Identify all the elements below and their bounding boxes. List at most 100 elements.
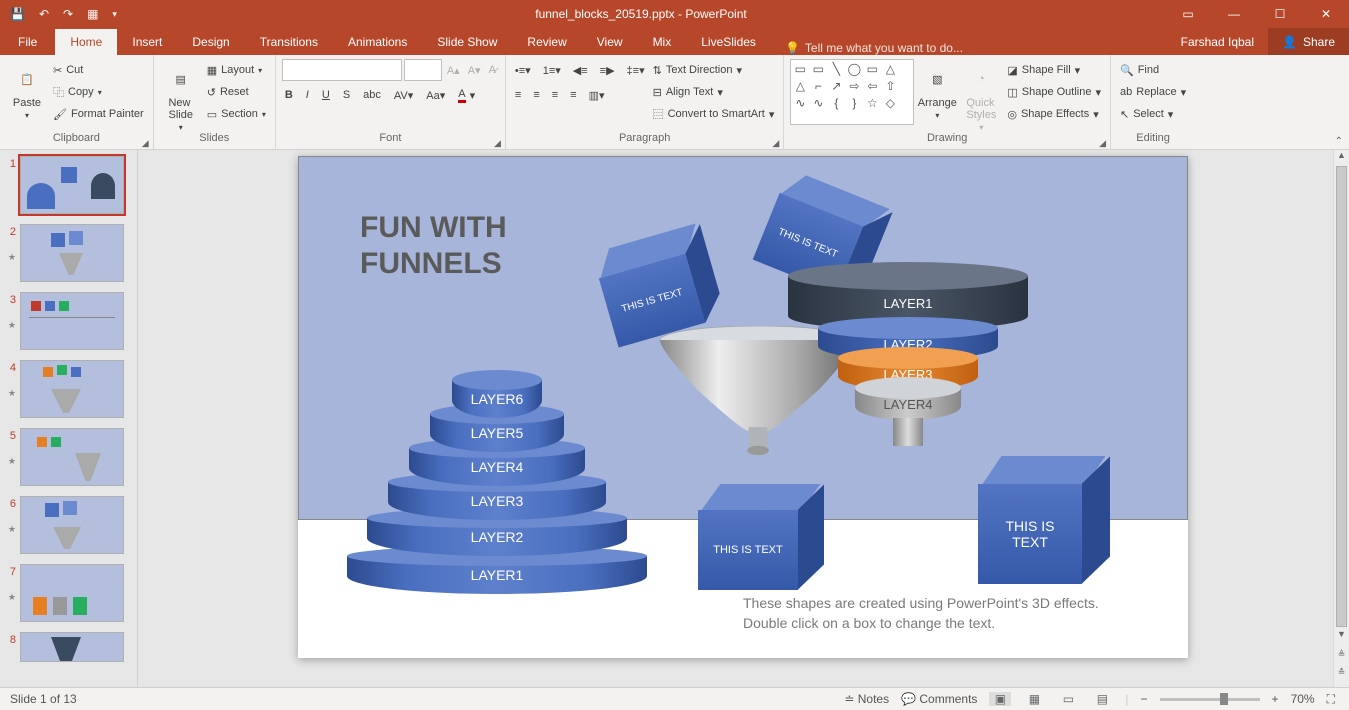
zoom-out-icon[interactable]: − — [1141, 692, 1148, 706]
ribbon-display-icon[interactable]: ▭ — [1165, 0, 1211, 28]
clear-formatting-icon[interactable]: A̷ — [486, 59, 499, 81]
align-text-button[interactable]: ⊟Align Text ▾ — [650, 81, 778, 103]
font-size-input[interactable] — [404, 59, 442, 81]
comments-button[interactable]: 💬 Comments — [901, 692, 977, 706]
justify-button[interactable]: ≡ — [567, 84, 579, 106]
tab-animations[interactable]: Animations — [333, 29, 422, 55]
slide-indicator[interactable]: Slide 1 of 13 — [0, 692, 844, 706]
numbering-button[interactable]: 1≡▾ — [540, 59, 564, 81]
arrange-button[interactable]: ▧ Arrange▾ — [916, 59, 958, 120]
select-button[interactable]: ↖Select ▾ — [1117, 103, 1189, 125]
shapes-gallery[interactable]: ▭▭╲◯▭△ △⌐↗⇨⇦⇧ ∿∿{}☆◇ — [790, 59, 914, 125]
text-direction-button[interactable]: ⇅Text Direction ▾ — [650, 59, 778, 81]
increase-indent-button[interactable]: ≡▶ — [597, 59, 618, 81]
convert-smartart-button[interactable]: ⿳Convert to SmartArt ▾ — [650, 103, 778, 125]
slide-title[interactable]: FUN WITH FUNNELS — [360, 210, 507, 282]
next-slide-icon[interactable]: ≛ — [1334, 667, 1349, 683]
slideshow-view-icon[interactable]: ▤ — [1091, 692, 1113, 706]
slide-thumbnail-5[interactable] — [20, 428, 124, 486]
prev-slide-icon[interactable]: ≜ — [1334, 649, 1349, 665]
spacing-button[interactable]: AV▾ — [391, 84, 416, 106]
copy-button[interactable]: ⿻Copy ▾ — [50, 81, 147, 103]
slide-thumbnail-2[interactable] — [20, 224, 124, 282]
section-button[interactable]: ▭Section ▾ — [204, 103, 269, 125]
increase-font-icon[interactable]: A▴ — [444, 59, 463, 81]
share-button[interactable]: 👤Share — [1268, 28, 1349, 55]
align-center-button[interactable]: ≡ — [530, 84, 542, 106]
decrease-indent-button[interactable]: ◀≡ — [570, 59, 591, 81]
tab-view[interactable]: View — [582, 29, 638, 55]
tab-liveslides[interactable]: LiveSlides — [686, 29, 771, 55]
align-right-button[interactable]: ≡ — [549, 84, 561, 106]
minimize-icon[interactable]: — — [1211, 0, 1257, 28]
reset-button[interactable]: ↺Reset — [204, 81, 269, 103]
shape-fill-button[interactable]: ◪Shape Fill ▾ — [1004, 59, 1104, 81]
cut-button[interactable]: ✂Cut — [50, 59, 147, 81]
cube-bottom-right[interactable]: THIS IS TEXT — [978, 456, 1110, 584]
qat-customize-icon[interactable]: ▾ — [112, 9, 117, 20]
maximize-icon[interactable]: ☐ — [1257, 0, 1303, 28]
slide-thumbnails-panel[interactable]: 1 2★ 3★ 4★ — [0, 150, 138, 687]
tab-file[interactable]: File — [0, 29, 55, 55]
line-spacing-button[interactable]: ‡≡▾ — [624, 59, 648, 81]
undo-icon[interactable]: ↶ — [39, 7, 49, 21]
dialog-launcher-icon[interactable]: ◢ — [1099, 138, 1106, 149]
bullets-button[interactable]: •≡▾ — [512, 59, 534, 81]
paste-button[interactable]: 📋 Paste▾ — [6, 59, 48, 120]
align-left-button[interactable]: ≡ — [512, 84, 524, 106]
reading-view-icon[interactable]: ▭ — [1057, 692, 1079, 706]
start-from-beginning-icon[interactable]: ▦ — [87, 7, 98, 21]
new-slide-button[interactable]: ▤ New Slide▾ — [160, 59, 202, 132]
cube-bottom-center[interactable]: THIS IS TEXT — [698, 484, 824, 590]
columns-button[interactable]: ▥▾ — [586, 84, 608, 106]
change-case-button[interactable]: Aa▾ — [423, 84, 448, 106]
slide-thumbnail-8[interactable] — [20, 632, 124, 662]
scrollbar-thumb[interactable] — [1336, 166, 1347, 627]
replace-button[interactable]: abReplace ▾ — [1117, 81, 1189, 103]
font-family-input[interactable] — [282, 59, 402, 81]
format-painter-button[interactable]: 🖌Format Painter — [50, 103, 147, 125]
close-icon[interactable]: ✕ — [1303, 0, 1349, 28]
tab-home[interactable]: Home — [55, 29, 117, 55]
shape-outline-button[interactable]: ◫Shape Outline ▾ — [1004, 81, 1104, 103]
shape-effects-button[interactable]: ◎Shape Effects ▾ — [1004, 103, 1104, 125]
tab-transitions[interactable]: Transitions — [245, 29, 333, 55]
sorter-view-icon[interactable]: ▦ — [1023, 692, 1045, 706]
tell-me-search[interactable]: 💡Tell me what you want to do... — [771, 41, 963, 55]
dialog-launcher-icon[interactable]: ◢ — [772, 138, 779, 149]
zoom-in-icon[interactable]: + — [1272, 692, 1279, 706]
decrease-font-icon[interactable]: A▾ — [465, 59, 484, 81]
vertical-scrollbar[interactable]: ▲ ▼ ≜ ≛ — [1333, 150, 1349, 687]
italic-button[interactable]: I — [303, 84, 312, 106]
font-color-button[interactable]: A▾ — [455, 84, 478, 106]
fit-to-window-icon[interactable]: ⛶ — [1327, 692, 1335, 707]
save-icon[interactable]: 💾 — [10, 7, 25, 21]
slide-thumbnail-6[interactable] — [20, 496, 124, 554]
tab-mix[interactable]: Mix — [638, 29, 687, 55]
tab-insert[interactable]: Insert — [117, 29, 177, 55]
tab-review[interactable]: Review — [512, 29, 581, 55]
layout-button[interactable]: ▦Layout ▾ — [204, 59, 269, 81]
redo-icon[interactable]: ↷ — [63, 7, 73, 21]
strike-button[interactable]: S — [340, 84, 353, 106]
shadow-button[interactable]: abc — [360, 84, 384, 106]
tab-design[interactable]: Design — [177, 29, 244, 55]
slide-caption[interactable]: These shapes are created using PowerPoin… — [743, 594, 1099, 633]
slide-thumbnail-3[interactable] — [20, 292, 124, 350]
zoom-level[interactable]: 70% — [1291, 692, 1315, 706]
collapse-ribbon-icon[interactable]: ⌃ — [1335, 136, 1343, 147]
quick-styles-button[interactable]: ◔ Quick Styles▾ — [960, 59, 1002, 132]
normal-view-icon[interactable]: ▣ — [989, 692, 1011, 706]
scroll-up-icon[interactable]: ▲ — [1334, 150, 1349, 166]
dialog-launcher-icon[interactable]: ◢ — [142, 138, 149, 149]
zoom-slider[interactable] — [1160, 698, 1260, 701]
scroll-down-icon[interactable]: ▼ — [1334, 629, 1349, 645]
underline-button[interactable]: U — [319, 84, 333, 106]
slide-thumbnail-7[interactable] — [20, 564, 124, 622]
signed-in-user[interactable]: Farshad Iqbal — [1167, 35, 1268, 49]
bold-button[interactable]: B — [282, 84, 296, 106]
notes-button[interactable]: ≐ Notes — [844, 692, 889, 706]
tab-slideshow[interactable]: Slide Show — [422, 29, 512, 55]
slide-editor[interactable]: FUN WITH FUNNELS LAYER1 LAYER2 LAYER3 LA… — [138, 150, 1349, 687]
dialog-launcher-icon[interactable]: ◢ — [494, 138, 501, 149]
